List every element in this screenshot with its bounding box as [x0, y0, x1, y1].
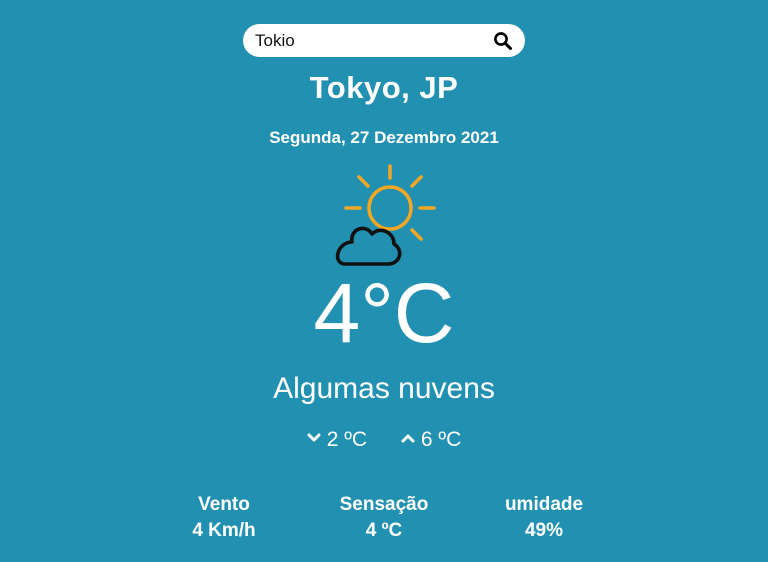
- sun-cloud-icon: [335, 164, 436, 266]
- wind-value: 4 Km/h: [192, 520, 256, 541]
- search-input[interactable]: [255, 24, 485, 57]
- wind-stat: Vento 4 Km/h: [144, 492, 304, 544]
- search-icon[interactable]: [493, 31, 513, 51]
- humidity-label: umidade: [504, 494, 584, 515]
- chevron-down-icon: [307, 433, 321, 442]
- city-name: Tokyo, JP: [309, 70, 459, 105]
- feels-like-stat: Sensação 4 ºC: [304, 492, 464, 544]
- min-max-temperature: 2 ºC 6 ºC: [0, 428, 768, 452]
- current-temperature: 4°C: [313, 266, 455, 360]
- humidity-stat: umidade 49%: [464, 492, 624, 544]
- weather-description: Algumas nuvens: [273, 372, 495, 405]
- wind-label: Vento: [198, 494, 250, 515]
- max-temperature-value: 6 ºC: [420, 428, 462, 451]
- humidity-value: 49%: [524, 520, 564, 541]
- search-bar: [243, 24, 525, 57]
- feels-like-value: 4 ºC: [365, 520, 403, 541]
- max-temperature: 6 ºC: [401, 428, 461, 452]
- current-date: Segunda, 27 Dezembro 2021: [269, 128, 499, 147]
- chevron-up-icon: [401, 434, 415, 443]
- min-temperature-value: 2 ºC: [326, 428, 368, 451]
- weather-stats: Vento 4 Km/h Sensação 4 ºC umidade 49%: [0, 492, 768, 552]
- min-temperature: 2 ºC: [307, 428, 367, 452]
- feels-like-label: Sensação: [339, 494, 429, 515]
